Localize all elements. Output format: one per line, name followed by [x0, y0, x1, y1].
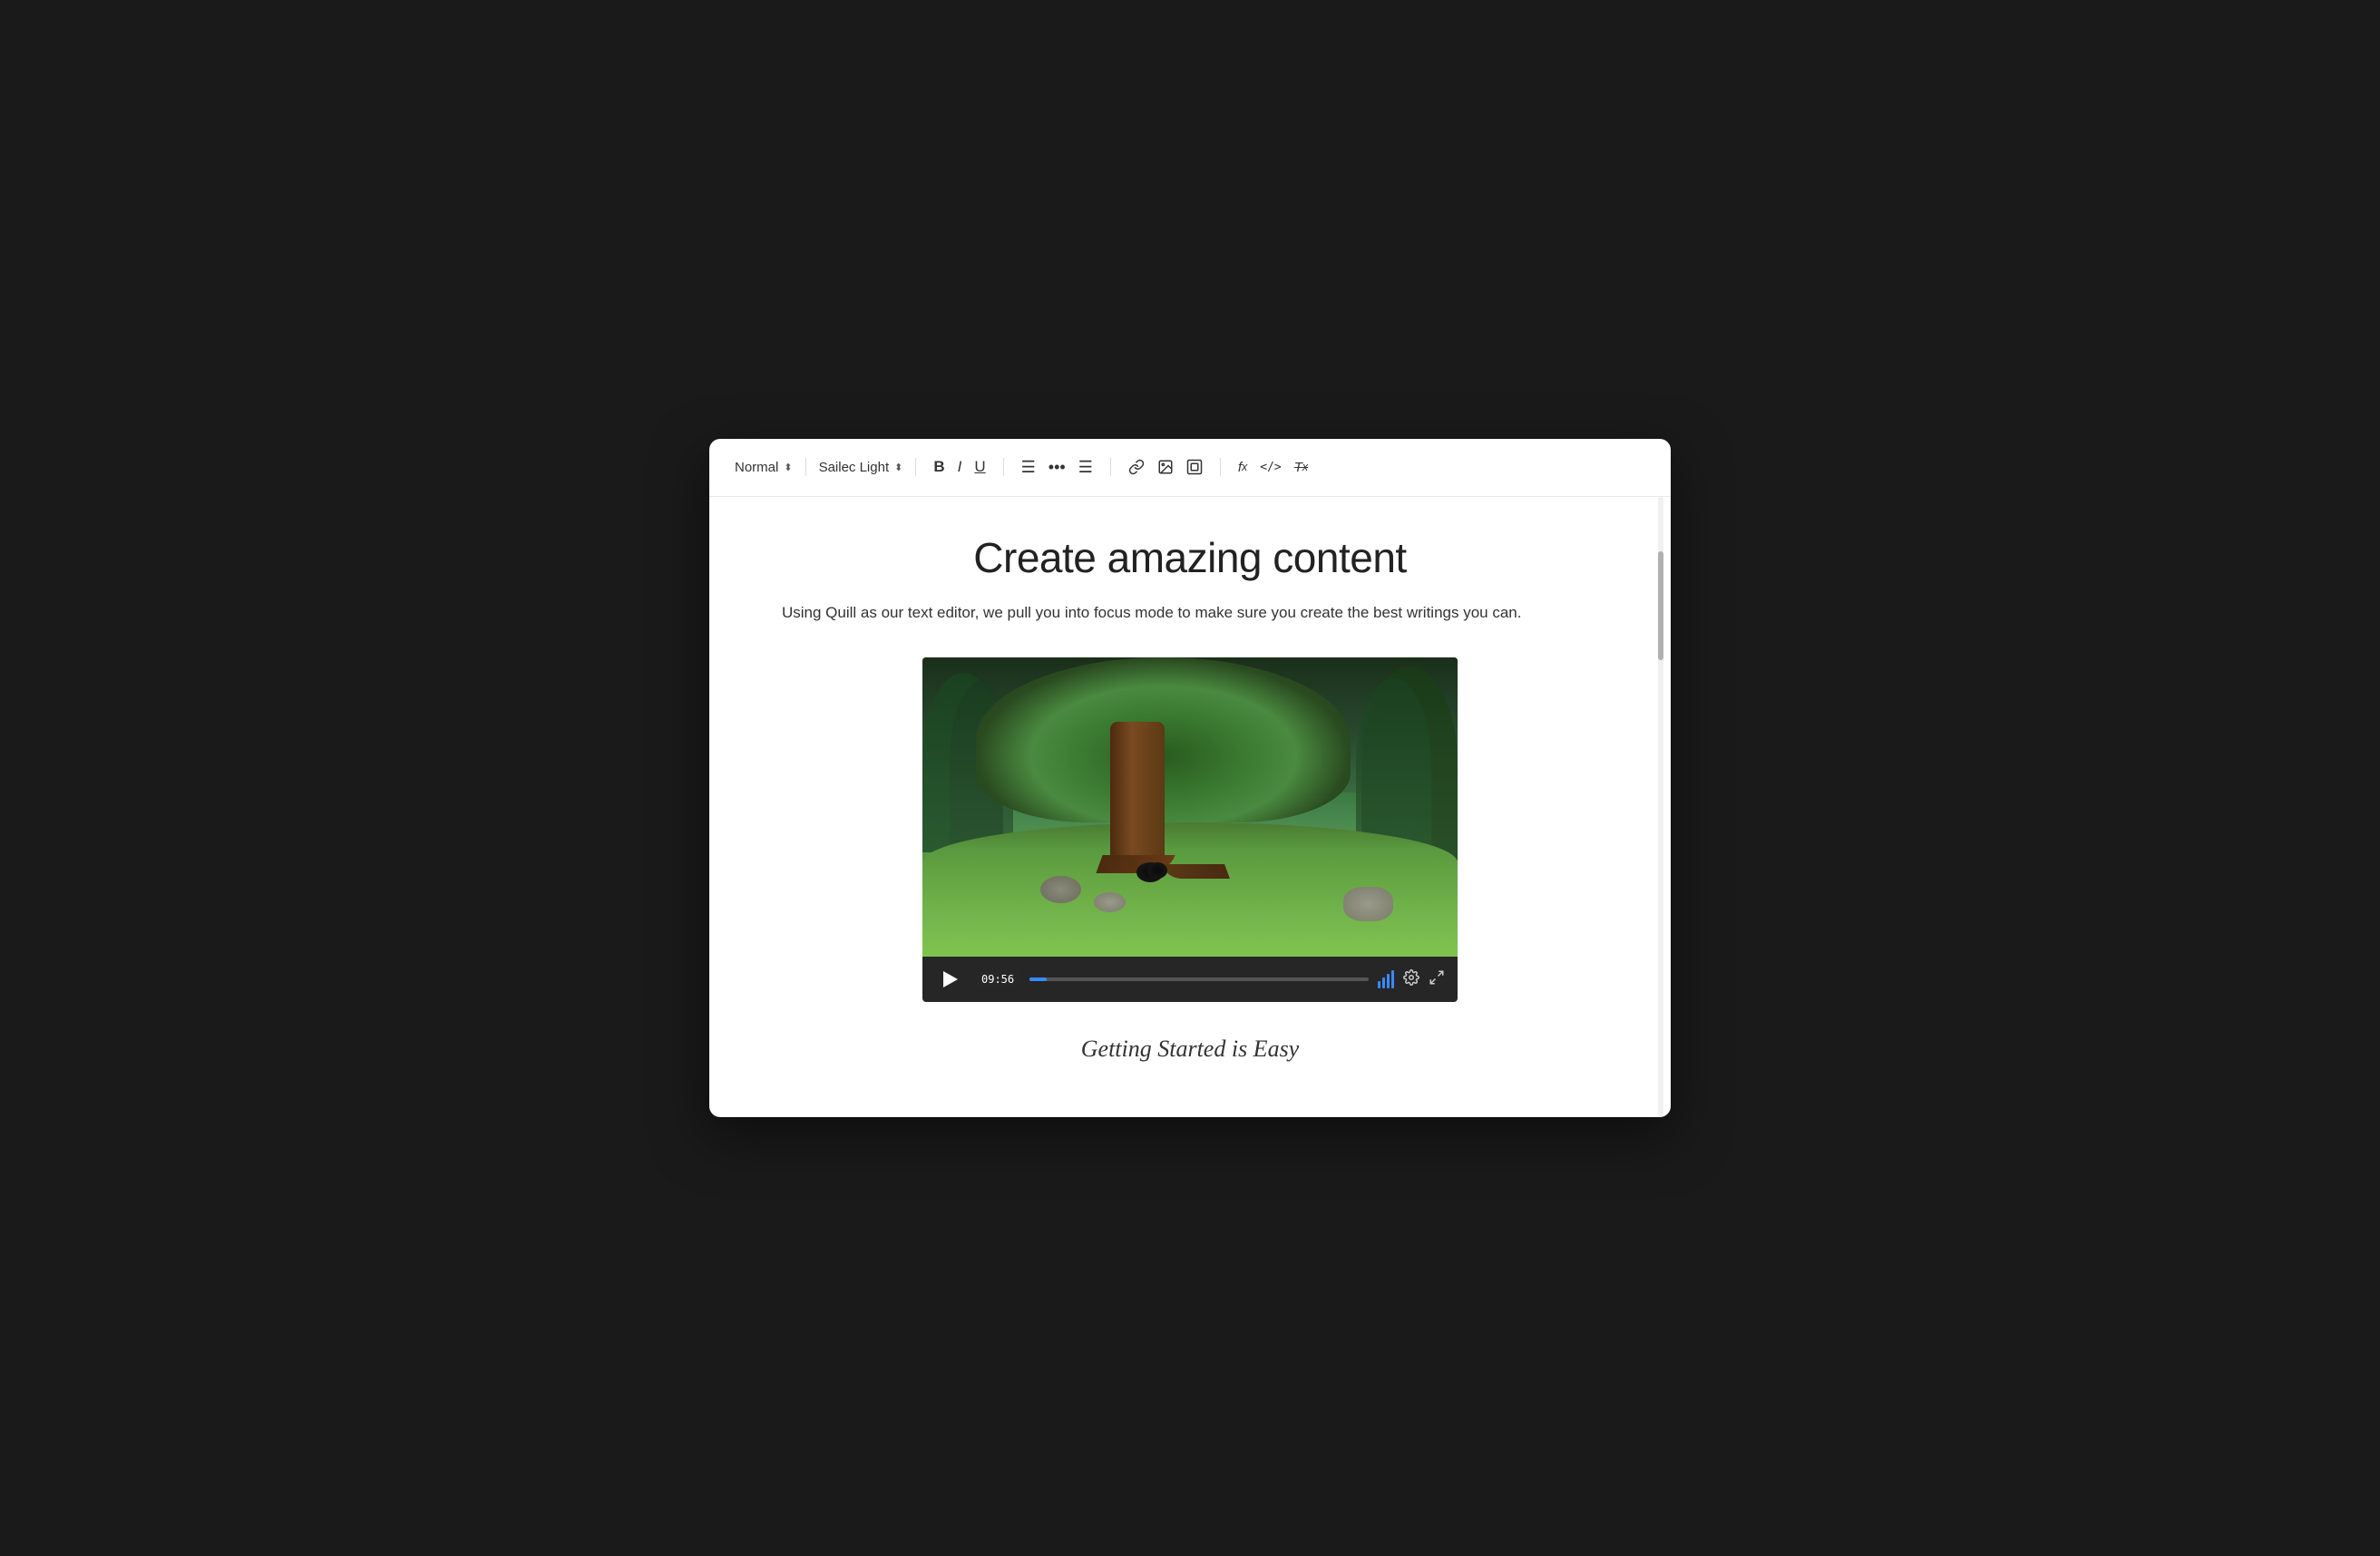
section-title: Getting Started is Easy	[782, 1035, 1598, 1063]
insert-group	[1124, 456, 1207, 478]
play-icon	[943, 971, 958, 987]
formula-button[interactable]: fx	[1234, 457, 1252, 478]
video-progress-bar[interactable]	[1029, 977, 1369, 981]
grass-overlay	[922, 912, 1458, 958]
play-button[interactable]	[935, 964, 966, 995]
video-embed-button[interactable]	[1182, 456, 1207, 478]
toolbar-divider-1	[805, 458, 806, 476]
underline-button[interactable]: U	[970, 455, 990, 479]
style-selector-chevron: ⬍	[784, 462, 792, 473]
font-selector[interactable]: Sailec Light ⬍	[819, 460, 903, 475]
text-format-group: B I U	[929, 455, 990, 479]
rock-2	[1094, 892, 1126, 912]
font-selector-label: Sailec Light	[819, 460, 890, 475]
video-player: 09:56	[922, 657, 1458, 1002]
bold-button[interactable]: B	[929, 455, 949, 479]
video-controls: 09:56	[922, 957, 1458, 1002]
style-selector-label: Normal	[735, 460, 778, 475]
scrollbar[interactable]	[1658, 497, 1663, 1117]
toolbar-divider-4	[1110, 458, 1111, 476]
italic-button[interactable]: I	[953, 455, 967, 479]
rock-1	[1040, 876, 1081, 903]
volume-bar-1	[1378, 981, 1380, 988]
settings-button[interactable]	[1403, 969, 1419, 990]
editor-window: Normal ⬍ Sailec Light ⬍ B I U ☰ ••• ☰	[709, 439, 1671, 1117]
creature	[1147, 862, 1167, 879]
page-subtitle: Using Quill as our text editor, we pull …	[782, 600, 1526, 625]
font-selector-chevron: ⬍	[894, 462, 902, 473]
video-progress-fill	[1029, 977, 1047, 981]
ordered-list-button[interactable]: ☰	[1017, 455, 1040, 480]
code-button[interactable]: </>	[1255, 458, 1285, 477]
clear-format-button[interactable]: Tx	[1290, 457, 1312, 478]
toolbar-divider-2	[915, 458, 916, 476]
bg-tree-right2	[1356, 678, 1431, 851]
fullscreen-button[interactable]	[1429, 969, 1445, 990]
scene-trunk	[1110, 722, 1165, 867]
volume-bar-3	[1387, 974, 1390, 988]
align-button[interactable]: ☰	[1074, 455, 1097, 480]
toolbar: Normal ⬍ Sailec Light ⬍ B I U ☰ ••• ☰	[709, 439, 1671, 497]
toolbar-divider-5	[1220, 458, 1221, 476]
page-title: Create amazing content	[782, 533, 1598, 582]
video-thumbnail	[922, 657, 1458, 957]
style-selector[interactable]: Normal ⬍	[735, 460, 793, 475]
scrollbar-track	[1658, 497, 1663, 1117]
video-timestamp: 09:56	[975, 971, 1020, 987]
toolbar-divider-3	[1003, 458, 1004, 476]
unordered-list-button[interactable]: •••	[1044, 455, 1070, 480]
volume-bar-2	[1382, 977, 1385, 988]
image-button[interactable]	[1153, 456, 1178, 478]
list-format-group: ☰ ••• ☰	[1017, 455, 1097, 480]
volume-control[interactable]	[1378, 970, 1394, 988]
volume-bar-4	[1391, 970, 1394, 988]
video-scene	[922, 657, 1458, 957]
advanced-group: fx </> Tx	[1234, 457, 1312, 478]
content-area: Create amazing content Using Quill as ou…	[709, 497, 1671, 1117]
link-button[interactable]	[1124, 456, 1149, 478]
scrollbar-thumb[interactable]	[1658, 551, 1663, 660]
